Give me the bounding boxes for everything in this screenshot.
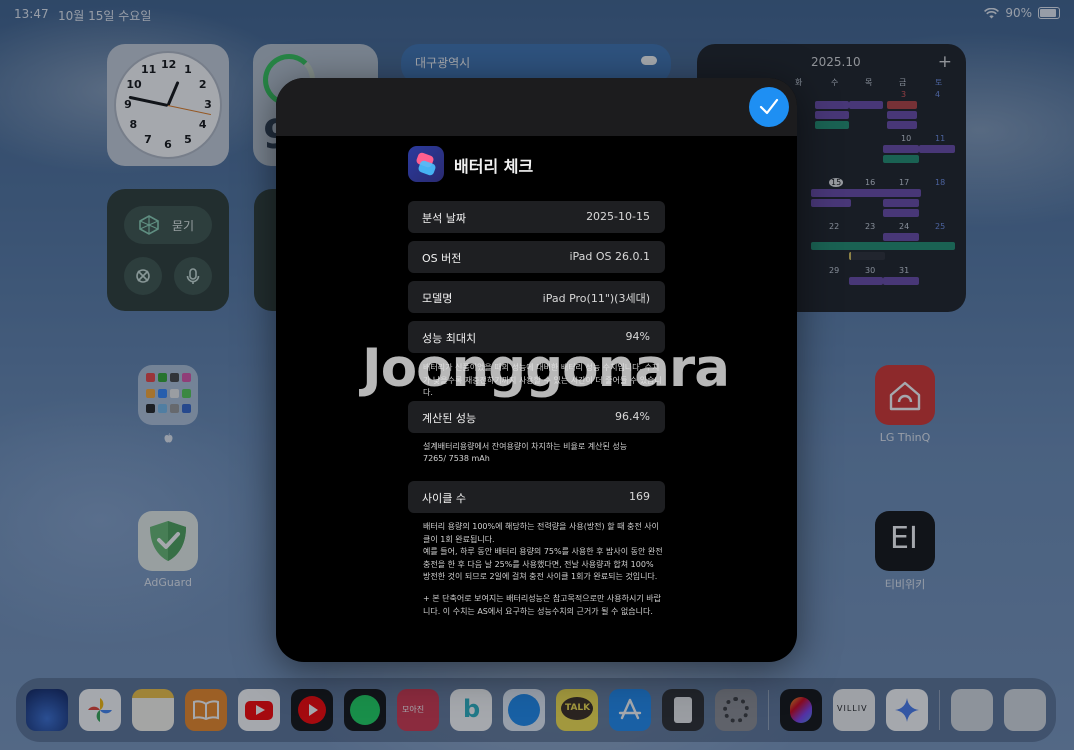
row-key: 사이클 수 xyxy=(422,492,466,505)
info-row-model: 모델명 iPad Pro(11")(3세대) xyxy=(408,281,665,313)
row-key: 분석 날짜 xyxy=(422,212,466,225)
shortcut-title: 배터리 체크 xyxy=(454,157,534,176)
checkmark-icon xyxy=(759,98,779,115)
shortcuts-glyph xyxy=(416,152,436,176)
row-value: 96.4% xyxy=(615,410,650,423)
note-disclaimer: + 본 단축어로 보여지는 배터리성능은 참고목적으로만 사용하시기 바랍니다.… xyxy=(423,594,661,616)
row-value: iPad OS 26.0.1 xyxy=(569,250,650,263)
row-key: 모델명 xyxy=(422,292,453,305)
watermark: Joonggonara xyxy=(362,338,730,399)
info-row-date: 분석 날짜 2025-10-15 xyxy=(408,201,665,233)
sheet-header xyxy=(276,78,797,136)
note-cycle-example: 예를 들어, 하루 동안 배터리 용량의 75%를 사용한 후 밤사이 동안 완… xyxy=(423,547,663,581)
note-cycle-definition: 배터리 용량의 100%에 해당하는 전력량을 사용(방전) 할 때 충전 사이… xyxy=(423,522,659,544)
row-key: OS 버전 xyxy=(422,252,462,265)
row-value: 2025-10-15 xyxy=(586,210,650,223)
note-capacity-mah: 7265/ 7538 mAh xyxy=(423,454,490,463)
done-button[interactable] xyxy=(749,87,789,127)
note-calculated: 설계배터리용량에서 잔여용량이 차지하는 비율로 계산된 성능 xyxy=(423,442,628,451)
info-row-calculated: 계산된 성능 96.4% xyxy=(408,401,665,433)
info-row-cycles: 사이클 수 169 xyxy=(408,481,665,513)
shortcuts-app-icon xyxy=(408,146,444,182)
row-value: iPad Pro(11")(3세대) xyxy=(542,292,650,305)
info-row-os: OS 버전 iPad OS 26.0.1 xyxy=(408,241,665,273)
row-key: 계산된 성능 xyxy=(422,412,477,425)
row-value: 169 xyxy=(629,490,650,503)
